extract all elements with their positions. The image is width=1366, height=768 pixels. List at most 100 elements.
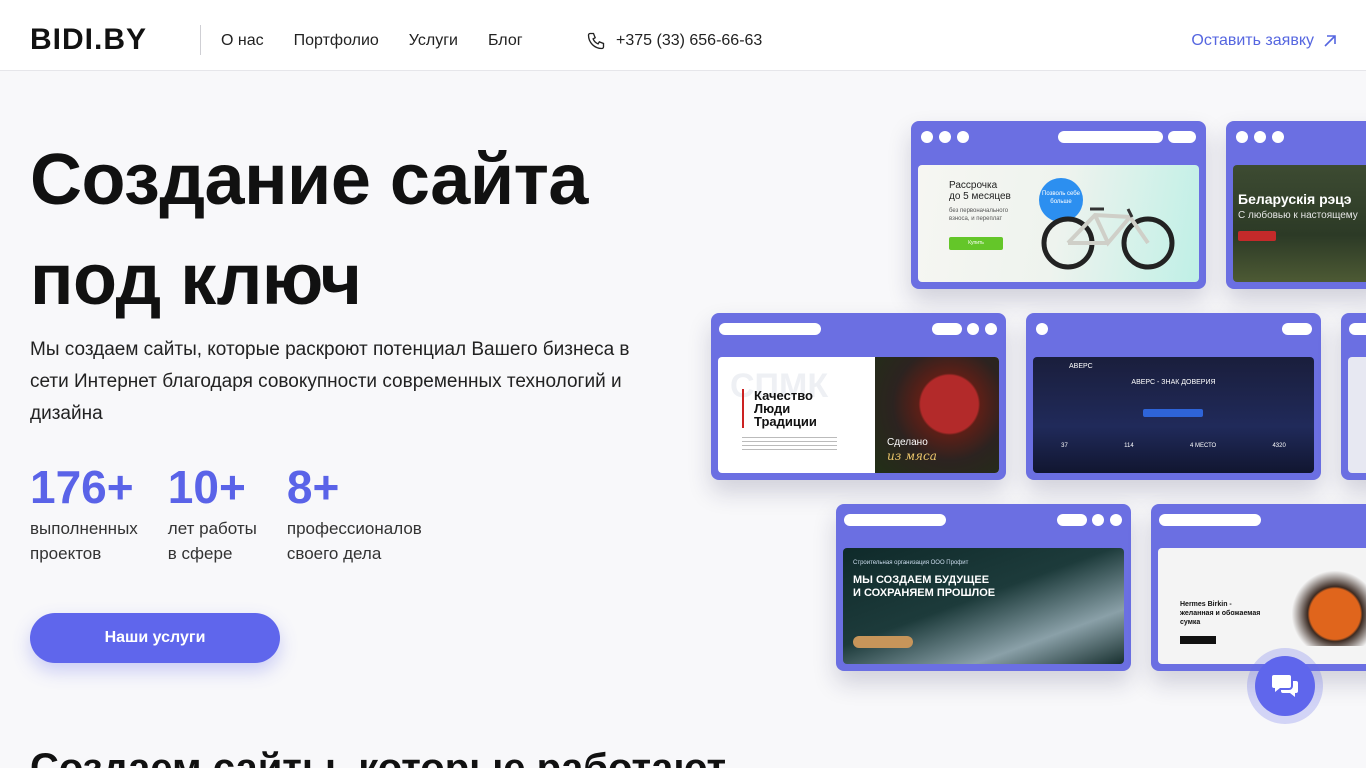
- chat-button[interactable]: [1255, 656, 1315, 716]
- preview-lines: [742, 437, 837, 453]
- browser-bar: [711, 313, 1006, 345]
- nav-item-about[interactable]: О нас: [221, 31, 264, 51]
- preview-stat: 4320: [1272, 443, 1286, 449]
- preview-photo: Сделано из мяса: [875, 357, 999, 473]
- preview-text: МЫ СОЗДАЕМ БУДУЩЕЕ: [853, 574, 990, 586]
- main-nav: О нас Портфолио Услуги Блог: [221, 31, 523, 51]
- preview-stat: 37: [1061, 443, 1068, 449]
- preview-logo: АВЕРС: [1069, 363, 1093, 370]
- preview-text: И СОХРАНЯЕМ ПРОШЛОЕ: [853, 587, 996, 599]
- url-pill: [719, 323, 821, 335]
- browser-bar: [1226, 121, 1366, 153]
- url-pill: [844, 514, 946, 526]
- browser-bar: [836, 504, 1131, 536]
- site-header: BIDI.BY О нас Портфолио Услуги Блог +375…: [0, 0, 1366, 71]
- site-preview: СПМК Качество Люди Традиции Сделано из м…: [718, 357, 999, 473]
- site-preview: Hermes Birkin - желанная и обожаемая сум…: [1158, 548, 1366, 664]
- preview-text: Рассрочка: [949, 180, 998, 191]
- preview-text: желанная и обожаемая: [1180, 610, 1261, 617]
- stat-label-line: в сфере: [167, 544, 233, 563]
- stat-label-line: своего дела: [286, 544, 382, 563]
- portfolio-card-partial[interactable]: [1341, 313, 1366, 480]
- preview-stat: 4 МЕСТО: [1189, 443, 1217, 449]
- preview-subtext: С любовью к настоящему: [1238, 210, 1358, 221]
- stat-label: выполненных проектов: [30, 516, 138, 566]
- preview-text: до 5 месяцев: [949, 191, 1011, 202]
- preview-stat: 114: [1124, 443, 1134, 449]
- preview-subtext: без первоначального взноса, и переплат: [949, 208, 1009, 222]
- portfolio-card-build[interactable]: Строительная организация ООО Профит МЫ С…: [836, 504, 1131, 671]
- portfolio-card-birkin[interactable]: Hermes Birkin - желанная и обожаемая сум…: [1151, 504, 1366, 671]
- site-preview: Рассрочка до 5 месяцев без первоначально…: [918, 165, 1199, 282]
- browser-bar: [1151, 504, 1366, 536]
- preview-text: Hermes Birkin -: [1180, 601, 1232, 608]
- site-preview: [1348, 357, 1366, 473]
- url-pill: [932, 323, 962, 335]
- stat-projects: 176+ выполненных проектов: [30, 462, 138, 566]
- site-preview: АВЕРС АВЕРС - ЗНАК ДОВЕРИЯ 37 114 4 МЕСТ…: [1033, 357, 1314, 473]
- request-link[interactable]: Оставить заявку: [1191, 31, 1338, 51]
- browser-bar: [911, 121, 1206, 153]
- site-preview: Строительная организация ООО Профит МЫ С…: [843, 548, 1124, 664]
- phone-link[interactable]: +375 (33) 656-66-63: [586, 31, 762, 51]
- services-button[interactable]: Наши услуги: [30, 613, 280, 663]
- url-pill: [1168, 131, 1196, 143]
- portfolio-card-belarus[interactable]: Беларускія рэцэ С любовью к настоящему: [1226, 121, 1366, 289]
- preview-text: Беларускія рэцэ: [1238, 191, 1352, 207]
- portfolio-card-meat[interactable]: СПМК Качество Люди Традиции Сделано из м…: [711, 313, 1006, 480]
- preview-subtext: Строительная организация ООО Профит: [853, 560, 969, 566]
- stat-value: 10+: [167, 461, 246, 513]
- stats: 176+ выполненных проектов 10+ лет работы…: [30, 462, 452, 566]
- hero-title-line-1: Создание сайта: [30, 140, 588, 220]
- window-dots: [921, 131, 969, 143]
- phone-number: +375 (33) 656-66-63: [616, 32, 763, 49]
- nav-item-services[interactable]: Услуги: [409, 31, 458, 51]
- preview-button: [1143, 409, 1203, 417]
- request-label: Оставить заявку: [1191, 32, 1314, 49]
- nav-item-blog[interactable]: Блог: [488, 31, 523, 51]
- window-dots: [1092, 514, 1122, 526]
- hero-title: Создание сайта под ключ: [30, 130, 588, 330]
- preview-text: Сделано: [887, 437, 928, 448]
- preview-stats-row: 37 114 4 МЕСТО 4320: [1033, 443, 1314, 449]
- stat-label-line: проектов: [30, 544, 102, 563]
- chat-icon: [1272, 675, 1298, 697]
- stat-label-line: выполненных: [30, 519, 138, 538]
- url-pill: [1058, 131, 1163, 143]
- hero-title-line-2: под ключ: [30, 240, 362, 320]
- preview-button: Купить: [949, 237, 1003, 250]
- portfolio-card-avers[interactable]: АВЕРС АВЕРС - ЗНАК ДОВЕРИЯ 37 114 4 МЕСТ…: [1026, 313, 1321, 480]
- preview-button: [853, 636, 913, 648]
- site-preview: Беларускія рэцэ С любовью к настоящему: [1233, 165, 1366, 282]
- browser-bar: [1341, 313, 1366, 345]
- stat-years: 10+ лет работы в сфере: [168, 462, 257, 566]
- window-dots: [967, 323, 997, 335]
- phone-icon: [587, 32, 605, 50]
- bike-illustration: [1041, 207, 1175, 270]
- stat-label: профессионалов своего дела: [287, 516, 422, 566]
- stat-label: лет работы в сфере: [168, 516, 257, 566]
- preview-button: [1238, 231, 1276, 241]
- stat-label-line: лет работы: [167, 519, 257, 538]
- next-section-title: Создаем сайты, которые работают: [30, 748, 726, 768]
- url-pill: [1282, 323, 1312, 335]
- arrow-up-right-icon: [1324, 35, 1336, 47]
- preview-text: из мяса: [887, 449, 937, 463]
- window-dots: [1036, 323, 1048, 335]
- logo[interactable]: BIDI.BY: [30, 24, 147, 56]
- browser-bar: [1026, 313, 1321, 345]
- preview-text: АВЕРС - ЗНАК ДОВЕРИЯ: [1131, 379, 1216, 386]
- logo-divider: [200, 25, 201, 55]
- url-pill: [1057, 514, 1087, 526]
- url-pill: [1349, 323, 1366, 335]
- window-dots: [1236, 131, 1284, 143]
- stat-value: 176+: [30, 461, 134, 513]
- hero-description: Мы создаем сайты, которые раскроют потен…: [30, 339, 630, 424]
- stat-label-line: профессионалов: [286, 519, 422, 538]
- preview-photo: [1281, 566, 1366, 646]
- preview-button: [1180, 636, 1216, 644]
- stat-team: 8+ профессионалов своего дела: [287, 462, 422, 566]
- portfolio-card-bike[interactable]: Рассрочка до 5 месяцев без первоначально…: [911, 121, 1206, 289]
- nav-item-portfolio[interactable]: Портфолио: [294, 31, 379, 51]
- stat-value: 8+: [286, 461, 340, 513]
